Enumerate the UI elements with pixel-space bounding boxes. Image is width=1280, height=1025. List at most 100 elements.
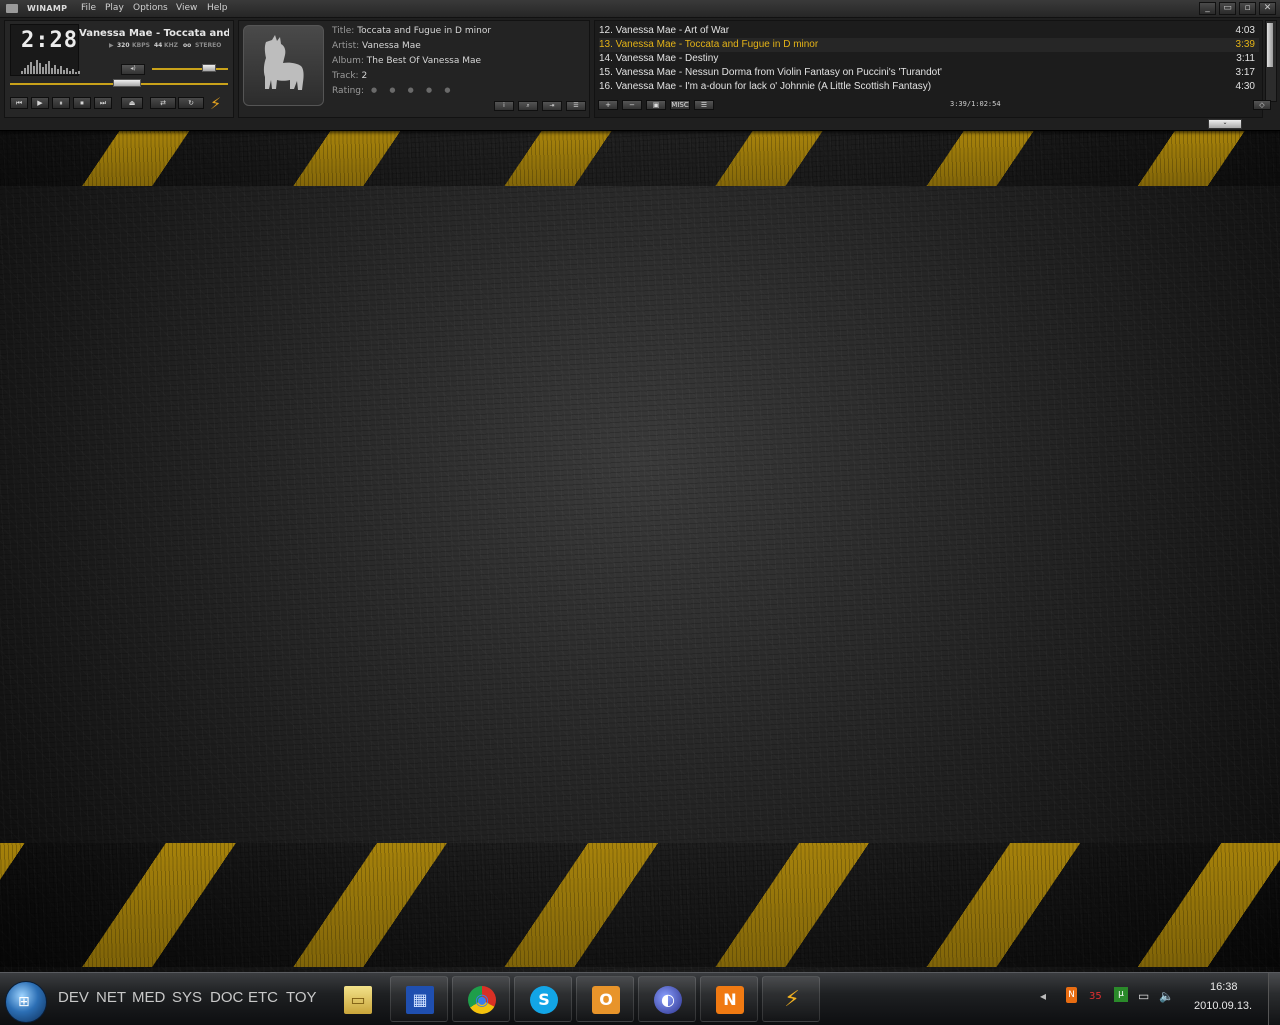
clock-time[interactable]: 16:38	[1210, 981, 1238, 993]
visualizer-bar	[45, 64, 47, 74]
search-icon[interactable]: ⌕	[518, 101, 538, 111]
playlist-item[interactable]: 14. Vanessa Mae - Destiny 3:11	[599, 52, 1259, 66]
volume-icon[interactable]: 🔈	[1159, 989, 1174, 1003]
playlist-item[interactable]: 12. Vanessa Mae - Art of War 4:03	[599, 24, 1259, 38]
restore-button[interactable]: ▫	[1239, 2, 1256, 15]
playlist-options-icon[interactable]: ◇	[1253, 100, 1271, 110]
rating-stars[interactable]: ● ● ● ● ●	[371, 86, 455, 94]
playlist-item[interactable]: 13. Vanessa Mae - Toccata and Fugue in D…	[599, 38, 1259, 52]
menu-options[interactable]: Options	[133, 3, 168, 13]
toolbar-med[interactable]: MED	[132, 989, 165, 1006]
list-icon[interactable]: ☰	[694, 100, 714, 110]
shuffle-icon[interactable]: ⇄	[150, 97, 176, 109]
tray-expand-icon[interactable]: ◂	[1040, 989, 1046, 1003]
tray-utorrent-icon[interactable]: µ	[1114, 987, 1128, 1002]
volume-slider-thumb[interactable]	[201, 64, 216, 72]
hazard-stripe-top	[0, 128, 1280, 186]
hazard-stripe-bottom	[0, 843, 1280, 967]
remove-icon[interactable]: −	[622, 100, 642, 110]
taskbar-winamp[interactable]: ⚡	[762, 976, 820, 1022]
visualizer-bar	[69, 71, 71, 74]
stop-button[interactable]: ⏹	[73, 97, 91, 109]
visualizer-bar	[48, 61, 50, 74]
toolbar-net[interactable]: NET	[96, 989, 126, 1006]
network-icon[interactable]: ▭	[1138, 989, 1149, 1003]
tray-badge-count[interactable]: 35	[1089, 991, 1102, 1002]
toolbar-sys[interactable]: SYS	[172, 989, 202, 1006]
meta-album: Album: The Best Of Vanessa Mae	[332, 56, 482, 66]
playlist-scrollbar[interactable]	[1265, 20, 1277, 102]
toolbar-etc[interactable]: ETC	[248, 989, 278, 1006]
playlist-item[interactable]: 15. Vanessa Mae - Nessun Dorma from Viol…	[599, 66, 1259, 80]
winamp-logo-icon[interactable]	[6, 4, 18, 13]
previous-button[interactable]: ⏮	[10, 97, 28, 109]
close-button[interactable]: ✕	[1259, 2, 1276, 15]
playlist-item-duration: 4:30	[1235, 81, 1255, 92]
toolbar-dev[interactable]: DEV	[58, 989, 89, 1006]
song-title-marquee[interactable]: Vanessa Mae - Toccata and Fugue in D min…	[79, 28, 229, 39]
add-icon[interactable]: +	[598, 100, 618, 110]
samplerate-label: KHZ	[164, 42, 179, 49]
show-desktop-button[interactable]	[1268, 973, 1280, 1025]
meta-rating-label: Rating:	[332, 86, 365, 96]
repeat-icon[interactable]: ↻	[178, 97, 204, 109]
winamp-bolt-icon[interactable]: ⚡	[210, 94, 221, 113]
playlist-item[interactable]: 16. Vanessa Mae - I'm a-doun for lack o'…	[599, 80, 1259, 94]
visualizer-bar	[75, 72, 77, 74]
taskbar-nateon[interactable]: N	[700, 976, 758, 1022]
album-art[interactable]	[243, 25, 324, 106]
menu-file[interactable]: File	[81, 3, 96, 13]
chrome-icon: ◉	[468, 986, 496, 1014]
elapsed-time[interactable]: 2:28	[21, 28, 78, 53]
list-options-icon[interactable]: ☰	[566, 101, 586, 111]
winamp-titlebar[interactable]: WINAMP File Play Options View Help _ ▭ ▫…	[0, 0, 1280, 18]
folder-icon: ▭	[344, 986, 372, 1014]
menu-play[interactable]: Play	[105, 3, 124, 13]
collapse-chevron-icon[interactable]: ⌄	[1208, 119, 1242, 129]
skype-icon: S	[530, 986, 558, 1014]
taskbar-eclipse[interactable]: ◐	[638, 976, 696, 1022]
playlist-item-duration: 3:17	[1235, 67, 1255, 78]
visualizer-bar	[36, 60, 38, 74]
play-indicator-icon: ▶	[109, 42, 114, 49]
taskbar-explorer[interactable]: ▭	[328, 976, 386, 1022]
playlist-scrollbar-thumb[interactable]	[1267, 23, 1273, 67]
minimize-button[interactable]: _	[1199, 2, 1216, 15]
menu-help[interactable]: Help	[207, 3, 228, 13]
playlist-item-duration: 3:39	[1235, 39, 1255, 50]
seek-bar-thumb[interactable]	[112, 79, 141, 87]
taskbar-skype[interactable]: S	[514, 976, 572, 1022]
mute-button[interactable]: ◂)	[121, 64, 145, 75]
info-icon[interactable]: i	[494, 101, 514, 111]
playlist-item-title: 12. Vanessa Mae - Art of War	[599, 25, 730, 36]
pause-button[interactable]: ⏸	[52, 97, 70, 109]
visualizer-bar	[42, 67, 44, 74]
misc-button[interactable]: MISC	[670, 100, 690, 110]
desktop-wallpaper	[0, 0, 1280, 1024]
taskbar-outlook[interactable]: O	[576, 976, 634, 1022]
taskbar-chrome[interactable]: ◉	[452, 976, 510, 1022]
playlist-item-duration: 3:11	[1236, 53, 1255, 64]
toolbar-toy[interactable]: TOY	[286, 989, 317, 1006]
start-button[interactable]: ⊞	[5, 981, 47, 1023]
winamp-window[interactable]: WINAMP File Play Options View Help _ ▭ ▫…	[0, 0, 1280, 131]
toolbar-doc[interactable]: DOC	[210, 989, 243, 1006]
meta-track: Track: 2	[332, 71, 368, 81]
shade-button[interactable]: ▭	[1219, 2, 1236, 15]
winamp-icon: ⚡	[784, 987, 800, 1012]
playlist-item-title: 14. Vanessa Mae - Destiny	[599, 53, 719, 64]
tray-nateon-icon[interactable]: N	[1066, 987, 1077, 1003]
play-button[interactable]: ▶	[31, 97, 49, 109]
visualizer[interactable]	[21, 58, 81, 74]
eject-icon[interactable]: ⏏	[121, 97, 143, 109]
taskbar-calculator[interactable]: ▦	[390, 976, 448, 1022]
select-icon[interactable]: ▣	[646, 100, 666, 110]
menu-view[interactable]: View	[176, 3, 197, 13]
volume-slider-track[interactable]	[152, 68, 228, 70]
time-display[interactable]: 2:28	[10, 24, 81, 76]
send-to-icon[interactable]: ⇥	[542, 101, 562, 111]
playlist-item-title: 16. Vanessa Mae - I'm a-doun for lack o'…	[599, 81, 932, 92]
clock-date[interactable]: 2010.09.13.	[1194, 1000, 1252, 1012]
windows-flag-icon: ⊞	[18, 994, 30, 1010]
next-button[interactable]: ⏭	[94, 97, 112, 109]
